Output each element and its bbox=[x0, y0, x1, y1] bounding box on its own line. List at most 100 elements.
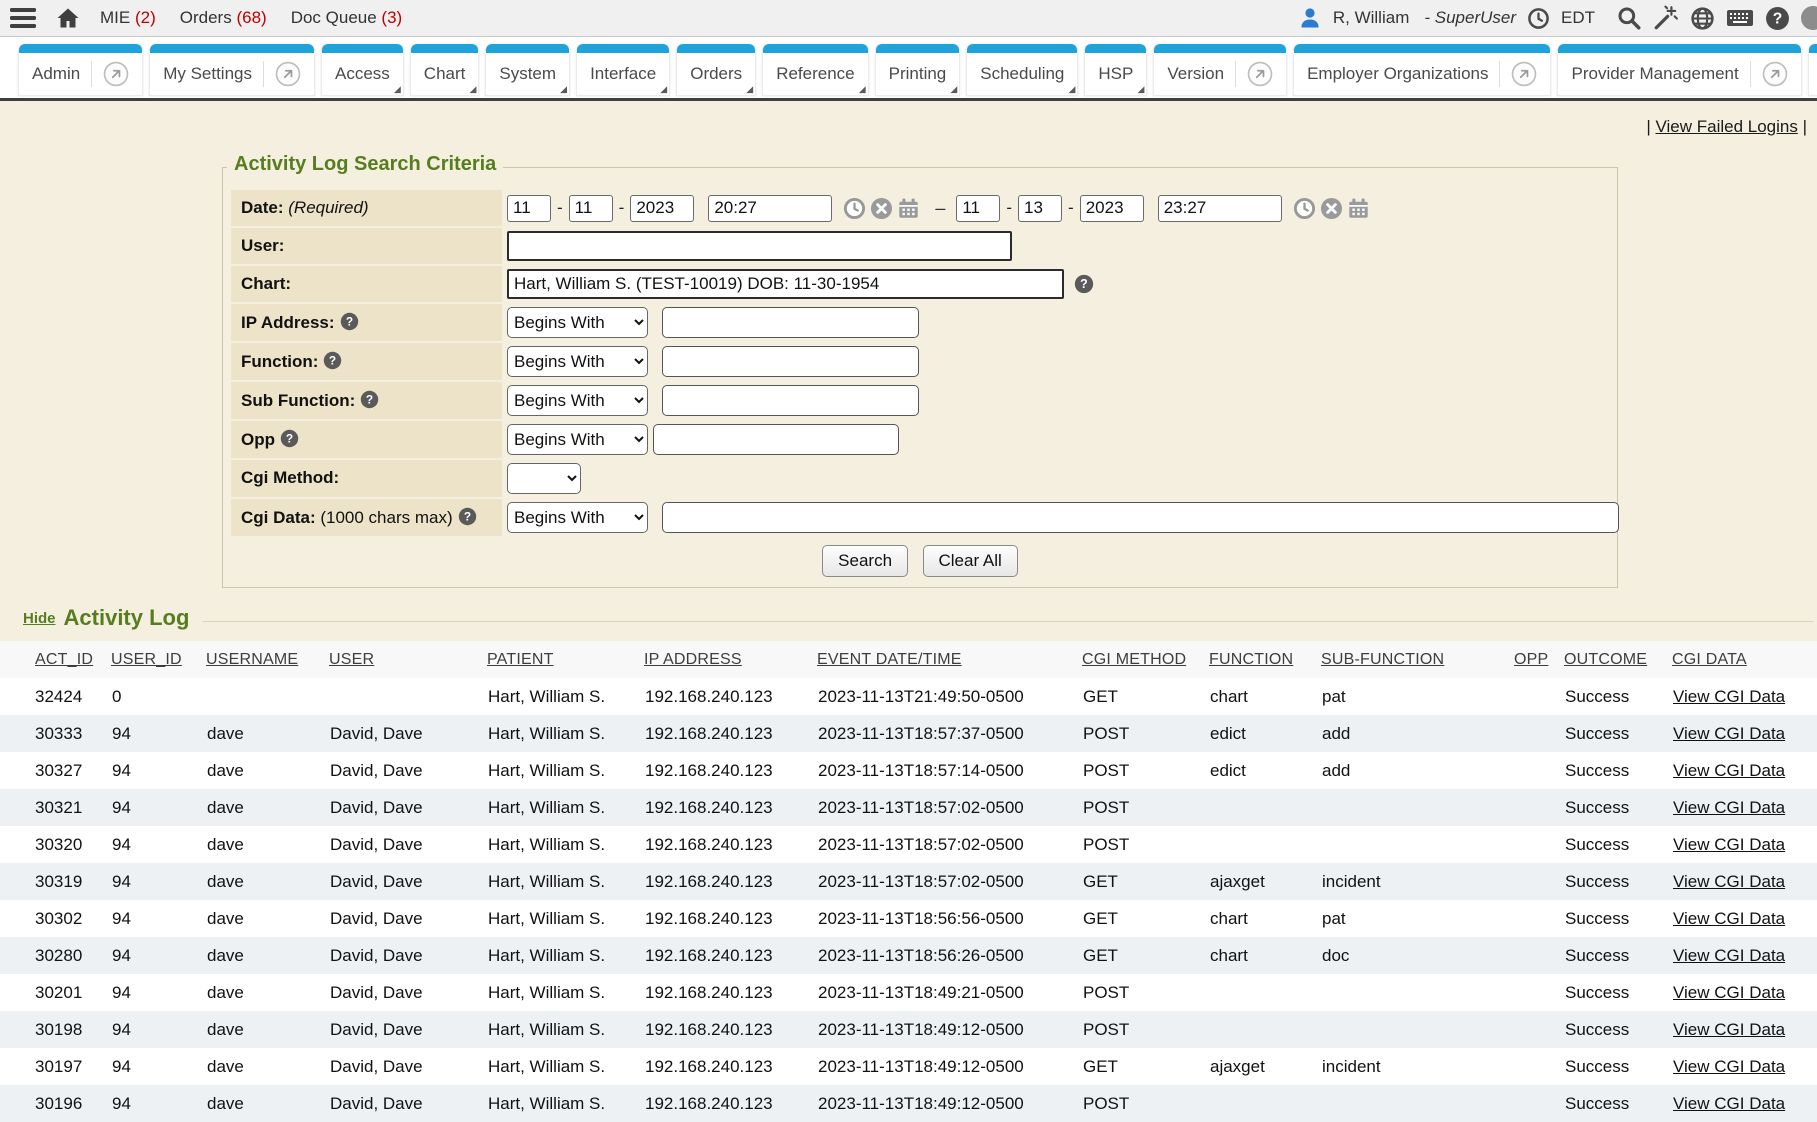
column-header-outcome[interactable]: OUTCOME bbox=[1564, 641, 1672, 678]
cell-event-date-time: 2023-11-13T18:57:02-0500 bbox=[817, 826, 1082, 863]
column-header-patient[interactable]: PATIENT bbox=[487, 641, 644, 678]
column-header-ip-address[interactable]: IP ADDRESS bbox=[644, 641, 817, 678]
tab-hsp[interactable]: HSP◢ bbox=[1084, 44, 1147, 96]
search-button[interactable]: Search bbox=[822, 545, 908, 577]
column-header-cgi-data[interactable]: CGI DATA bbox=[1672, 641, 1817, 678]
tab-provider-management[interactable]: Provider Management bbox=[1557, 44, 1801, 96]
view-cgi-data-link[interactable]: View CGI Data bbox=[1673, 1020, 1785, 1039]
tab-system[interactable]: System◢ bbox=[485, 44, 570, 96]
date-to-time-input[interactable] bbox=[1158, 195, 1282, 222]
view-cgi-data-link[interactable]: View CGI Data bbox=[1673, 724, 1785, 743]
column-header-event-date-time[interactable]: EVENT DATE/TIME bbox=[817, 641, 1082, 678]
opp-input[interactable] bbox=[653, 424, 899, 455]
view-cgi-data-link[interactable]: View CGI Data bbox=[1673, 1094, 1785, 1113]
tab-version[interactable]: Version bbox=[1153, 44, 1287, 96]
calendar-icon[interactable] bbox=[1347, 197, 1370, 220]
tab-similar-exposure[interactable]: Similar Exposure bbox=[1808, 44, 1817, 96]
ip-address-input[interactable] bbox=[662, 307, 919, 338]
clear-all-button[interactable]: Clear All bbox=[923, 545, 1018, 577]
date-to-year-input[interactable] bbox=[1080, 195, 1144, 222]
sub-function-match-select[interactable]: Begins With bbox=[507, 385, 648, 416]
tab-employer-organizations[interactable]: Employer Organizations bbox=[1293, 44, 1551, 96]
tab-my-settings[interactable]: My Settings bbox=[149, 44, 315, 96]
user-avatar-icon[interactable] bbox=[1298, 6, 1322, 30]
nav-mie[interactable]: MIE (2) bbox=[100, 8, 156, 28]
cell-ip-address: 192.168.240.123 bbox=[644, 678, 817, 715]
view-cgi-data-link[interactable]: View CGI Data bbox=[1673, 1057, 1785, 1076]
cgi-data-help-icon[interactable]: ? bbox=[458, 507, 477, 526]
date-to-day-input[interactable] bbox=[1018, 195, 1062, 222]
tab-printing[interactable]: Printing◢ bbox=[875, 44, 961, 96]
column-header-function[interactable]: FUNCTION bbox=[1209, 641, 1321, 678]
menu-indicator-icon: ◢ bbox=[859, 85, 866, 94]
tab-scheduling[interactable]: Scheduling◢ bbox=[966, 44, 1078, 96]
sub-function-help-icon[interactable]: ? bbox=[360, 390, 379, 409]
date-from-year-input[interactable] bbox=[630, 195, 694, 222]
tab-chart[interactable]: Chart◢ bbox=[410, 44, 480, 96]
user-name[interactable]: R, William bbox=[1333, 8, 1410, 28]
cell-user-id: 94 bbox=[111, 826, 206, 863]
view-cgi-data-link[interactable]: View CGI Data bbox=[1673, 798, 1785, 817]
view-cgi-data-link[interactable]: View CGI Data bbox=[1673, 835, 1785, 854]
function-help-icon[interactable]: ? bbox=[323, 351, 342, 370]
cell-user-id: 94 bbox=[111, 715, 206, 752]
tab-admin[interactable]: Admin bbox=[18, 44, 143, 96]
cell-username: dave bbox=[206, 863, 329, 900]
date-from-time-input[interactable] bbox=[708, 195, 832, 222]
globe-icon[interactable] bbox=[1690, 6, 1715, 31]
cgi-data-input[interactable] bbox=[662, 502, 1619, 533]
cell-user-id: 94 bbox=[111, 900, 206, 937]
time-picker-icon[interactable] bbox=[843, 197, 866, 220]
opp-row: Opp? Begins With bbox=[231, 421, 1609, 458]
column-header-sub-function[interactable]: SUB-FUNCTION bbox=[1321, 641, 1514, 678]
user-input[interactable] bbox=[507, 231, 1012, 261]
function-match-select[interactable]: Begins With bbox=[507, 346, 648, 377]
function-input[interactable] bbox=[662, 346, 919, 377]
cgi-data-match-select[interactable]: Begins With bbox=[507, 502, 648, 533]
keyboard-icon[interactable] bbox=[1726, 7, 1754, 29]
magic-wand-icon[interactable] bbox=[1653, 5, 1679, 31]
view-cgi-data-link[interactable]: View CGI Data bbox=[1673, 761, 1785, 780]
chart-input[interactable] bbox=[507, 269, 1064, 299]
opp-match-select[interactable]: Begins With bbox=[507, 424, 648, 455]
column-header-username[interactable]: USERNAME bbox=[206, 641, 329, 678]
column-header-opp[interactable]: OPP bbox=[1514, 641, 1564, 678]
help-icon[interactable]: ? bbox=[1765, 6, 1790, 31]
column-header-act-id[interactable]: ACT_ID bbox=[0, 641, 111, 678]
date-from-month-input[interactable] bbox=[507, 195, 551, 222]
cgi-method-select[interactable] bbox=[507, 463, 581, 494]
column-header-user[interactable]: USER bbox=[329, 641, 487, 678]
date-from-day-input[interactable] bbox=[569, 195, 613, 222]
date-to-month-input[interactable] bbox=[956, 195, 1000, 222]
table-row: 3020194daveDavid, DaveHart, William S.19… bbox=[0, 974, 1817, 1011]
hamburger-menu-icon[interactable] bbox=[10, 8, 36, 28]
view-failed-logins-link[interactable]: View Failed Logins bbox=[1655, 117, 1797, 136]
view-cgi-data-link[interactable]: View CGI Data bbox=[1673, 687, 1785, 706]
chart-help-icon[interactable]: ? bbox=[1074, 274, 1094, 294]
cell-outcome: Success bbox=[1564, 1011, 1672, 1048]
opp-help-icon[interactable]: ? bbox=[280, 429, 299, 448]
view-cgi-data-link[interactable]: View CGI Data bbox=[1673, 983, 1785, 1002]
calendar-icon[interactable] bbox=[897, 197, 920, 220]
nav-orders[interactable]: Orders (68) bbox=[180, 8, 267, 28]
home-icon[interactable] bbox=[56, 6, 80, 30]
clear-date-icon[interactable] bbox=[870, 197, 893, 220]
time-picker-icon[interactable] bbox=[1293, 197, 1316, 220]
view-cgi-data-link[interactable]: View CGI Data bbox=[1673, 872, 1785, 891]
clear-date-icon[interactable] bbox=[1320, 197, 1343, 220]
nav-doc-queue[interactable]: Doc Queue (3) bbox=[291, 8, 403, 28]
tab-reference[interactable]: Reference◢ bbox=[762, 44, 868, 96]
search-icon[interactable] bbox=[1616, 5, 1642, 31]
hide-link[interactable]: Hide bbox=[23, 610, 56, 627]
sub-function-input[interactable] bbox=[662, 385, 919, 416]
view-cgi-data-link[interactable]: View CGI Data bbox=[1673, 946, 1785, 965]
column-header-user-id[interactable]: USER_ID bbox=[111, 641, 206, 678]
ip-help-icon[interactable]: ? bbox=[340, 312, 359, 331]
clock-icon[interactable] bbox=[1527, 7, 1550, 30]
ip-match-select[interactable]: Begins With bbox=[507, 307, 648, 338]
column-header-cgi-method[interactable]: CGI METHOD bbox=[1082, 641, 1209, 678]
tab-access[interactable]: Access◢ bbox=[321, 44, 404, 96]
view-cgi-data-link[interactable]: View CGI Data bbox=[1673, 909, 1785, 928]
tab-orders[interactable]: Orders◢ bbox=[676, 44, 756, 96]
tab-interface[interactable]: Interface◢ bbox=[576, 44, 670, 96]
